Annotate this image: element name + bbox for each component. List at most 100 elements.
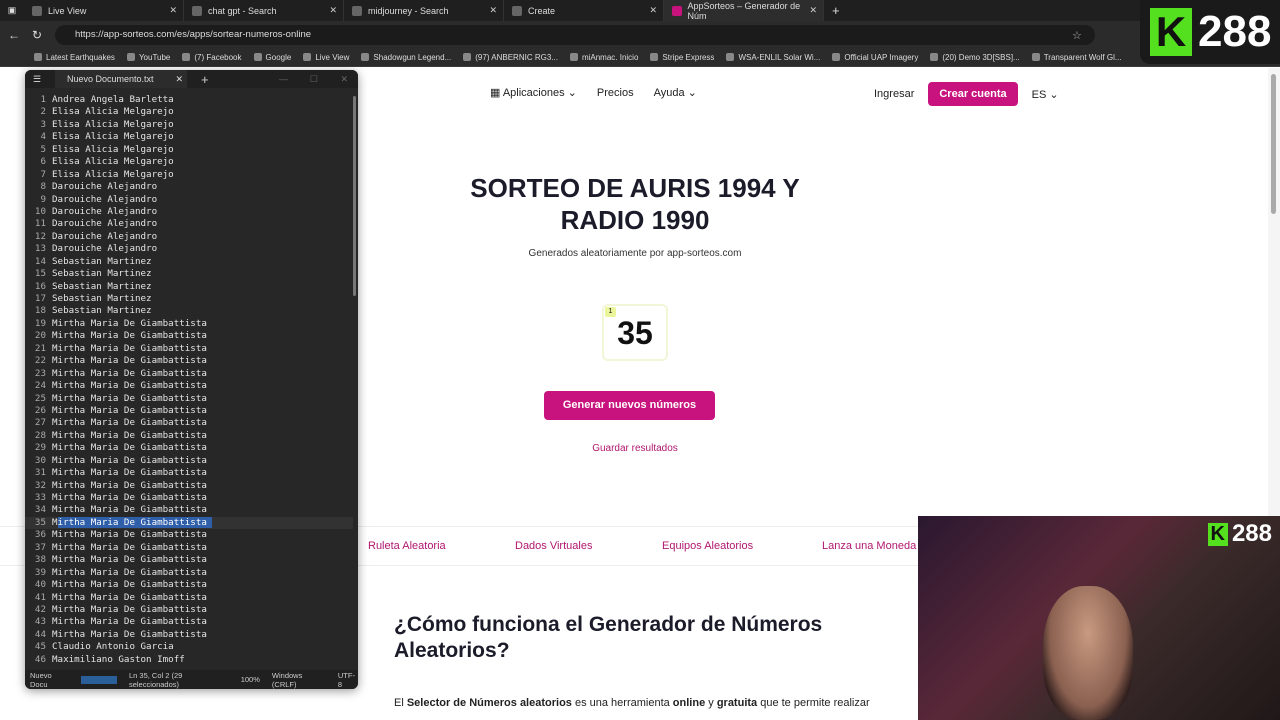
- generate-button[interactable]: Generar nuevos números: [544, 391, 715, 420]
- bookmark-item[interactable]: Official UAP Imagery: [832, 53, 918, 62]
- minimize-icon[interactable]: —: [279, 74, 288, 84]
- editor-line[interactable]: 28 Mirtha Maria De Giambattista: [25, 430, 353, 442]
- status-zoom[interactable]: 100%: [241, 675, 260, 684]
- editor-line[interactable]: 44 Mirtha Maria De Giambattista: [25, 629, 353, 641]
- status-encoding[interactable]: UTF-8: [338, 671, 358, 689]
- close-tab-icon[interactable]: ✕: [329, 5, 337, 16]
- editor-line[interactable]: 13 Darouiche Alejandro: [25, 243, 353, 255]
- editor-line[interactable]: 17 Sebastian Martinez: [25, 293, 353, 305]
- link-virtual-dice[interactable]: Dados Virtuales: [515, 540, 592, 552]
- scrollbar-thumb[interactable]: [1271, 74, 1276, 214]
- editor-line[interactable]: 2 Elisa Alicia Melgarejo: [25, 106, 353, 118]
- editor-line[interactable]: 46 Maximiliano Gaston Imoff: [25, 654, 353, 666]
- editor-line[interactable]: 14 Sebastian Martinez: [25, 256, 353, 268]
- editor-line[interactable]: 11 Darouiche Alejandro: [25, 218, 353, 230]
- back-icon[interactable]: ←: [8, 28, 20, 42]
- editor-line[interactable]: 12 Darouiche Alejandro: [25, 231, 353, 243]
- editor-line[interactable]: 9 Darouiche Alejandro: [25, 194, 353, 206]
- bookmark-item[interactable]: Google: [254, 53, 292, 62]
- editor-line[interactable]: 10 Darouiche Alejandro: [25, 206, 353, 218]
- maximize-icon[interactable]: ☐: [310, 74, 318, 85]
- close-window-icon[interactable]: ✕: [340, 74, 348, 85]
- editor-line[interactable]: 26 Mirtha Maria De Giambattista: [25, 405, 353, 417]
- editor-line[interactable]: 4 Elisa Alicia Melgarejo: [25, 131, 353, 143]
- prices-link[interactable]: Precios: [597, 87, 634, 99]
- editor-line[interactable]: 27 Mirtha Maria De Giambattista: [25, 417, 353, 429]
- close-tab-icon[interactable]: ✕: [489, 5, 497, 16]
- notepad-tab[interactable]: Nuevo Documento.txt ✕: [55, 70, 187, 88]
- tab-midjourney-search[interactable]: midjourney - Search ✕: [344, 0, 504, 21]
- bookmark-item[interactable]: Live View: [303, 53, 349, 62]
- editor-line[interactable]: 45 Claudio Antonio Garcia: [25, 641, 353, 653]
- editor-line[interactable]: 22 Mirtha Maria De Giambattista: [25, 355, 353, 367]
- editor-line[interactable]: 24 Mirtha Maria De Giambattista: [25, 380, 353, 392]
- editor-scrollbar[interactable]: [353, 96, 356, 296]
- tab-actions-icon[interactable]: ▣: [0, 5, 24, 16]
- editor-line[interactable]: 32 Mirtha Maria De Giambattista: [25, 480, 353, 492]
- editor-line[interactable]: 38 Mirtha Maria De Giambattista: [25, 554, 353, 566]
- bookmark-item[interactable]: Transparent Wolf Gl...: [1032, 53, 1122, 62]
- bookmark-item[interactable]: YouTube: [127, 53, 170, 62]
- editor-line[interactable]: 43 Mirtha Maria De Giambattista: [25, 616, 353, 628]
- bookmark-item[interactable]: WSA-ENLIL Solar Wi...: [726, 53, 820, 62]
- language-select[interactable]: ES ⌄: [1032, 88, 1059, 101]
- new-tab-icon[interactable]: +: [832, 3, 840, 18]
- editor-line[interactable]: 19 Mirtha Maria De Giambattista: [25, 318, 353, 330]
- url-input[interactable]: https://app-sorteos.com/es/apps/sortear-…: [55, 25, 1095, 45]
- new-tab-icon[interactable]: +: [201, 72, 209, 87]
- bookmark-item[interactable]: (20) Demo 3D[SBS]...: [930, 53, 1019, 62]
- editor-line[interactable]: 15 Sebastian Martinez: [25, 268, 353, 280]
- close-tab-icon[interactable]: ✕: [175, 70, 183, 88]
- tab-appsorteos[interactable]: AppSorteos – Generador de Núm ✕: [664, 0, 824, 21]
- selected-text[interactable]: irtha Maria De Giambattista: [57, 516, 213, 528]
- bookmark-item[interactable]: miAnmac. Inicio: [570, 53, 638, 62]
- tab-live-view[interactable]: Live View ✕: [24, 0, 184, 21]
- editor-line[interactable]: 40 Mirtha Maria De Giambattista: [25, 579, 353, 591]
- editor-line[interactable]: 20 Mirtha Maria De Giambattista: [25, 330, 353, 342]
- bookmark-item[interactable]: (7) Facebook: [182, 53, 241, 62]
- editor-line[interactable]: 42 Mirtha Maria De Giambattista: [25, 604, 353, 616]
- editor-line[interactable]: 29 Mirtha Maria De Giambattista: [25, 442, 353, 454]
- editor-line[interactable]: 7 Elisa Alicia Melgarejo: [25, 169, 353, 181]
- tab-chatgpt-search[interactable]: chat gpt - Search ✕: [184, 0, 344, 21]
- editor-line[interactable]: 33 Mirtha Maria De Giambattista: [25, 492, 353, 504]
- editor-line[interactable]: 25 Mirtha Maria De Giambattista: [25, 393, 353, 405]
- editor-line[interactable]: 21 Mirtha Maria De Giambattista: [25, 343, 353, 355]
- link-random-wheel[interactable]: Ruleta Aleatoria: [368, 540, 446, 552]
- signup-button[interactable]: Crear cuenta: [928, 82, 1018, 106]
- text-editor[interactable]: 1 Andrea Angela Barletta 2 Elisa Alicia Mel…: [25, 94, 353, 666]
- editor-line[interactable]: 39 Mirtha Maria De Giambattista: [25, 567, 353, 579]
- editor-line[interactable]: 36 Mirtha Maria De Giambattista: [25, 529, 353, 541]
- apps-menu[interactable]: ▦ Aplicaciones ⌄: [490, 86, 577, 99]
- menu-icon[interactable]: ☰: [33, 74, 41, 85]
- status-line-ending[interactable]: Windows (CRLF): [272, 671, 326, 689]
- favorite-icon[interactable]: ☆: [1072, 29, 1082, 42]
- editor-line[interactable]: 5 Elisa Alicia Melgarejo: [25, 144, 353, 156]
- bookmark-item[interactable]: Shadowgun Legend...: [361, 53, 451, 62]
- save-results-link[interactable]: Guardar resultados: [540, 443, 730, 454]
- editor-line[interactable]: 41 Mirtha Maria De Giambattista: [25, 592, 353, 604]
- editor-line[interactable]: 1 Andrea Angela Barletta: [25, 94, 353, 106]
- close-tab-icon[interactable]: ✕: [649, 5, 657, 16]
- close-tab-icon[interactable]: ✕: [169, 5, 177, 16]
- editor-line[interactable]: 18 Sebastian Martinez: [25, 305, 353, 317]
- editor-line[interactable]: 30 Mirtha Maria De Giambattista: [25, 455, 353, 467]
- link-coin-flip[interactable]: Lanza una Moneda: [822, 540, 916, 552]
- editor-line[interactable]: 31 Mirtha Maria De Giambattista: [25, 467, 353, 479]
- login-link[interactable]: Ingresar: [874, 88, 914, 100]
- bookmark-item[interactable]: (97) ANBERNIC RG3...: [463, 53, 558, 62]
- bookmark-item[interactable]: Latest Earthquakes: [34, 53, 115, 62]
- editor-line[interactable]: 8 Darouiche Alejandro: [25, 181, 353, 193]
- bookmark-item[interactable]: Stripe Express: [650, 53, 714, 62]
- reload-icon[interactable]: ↻: [32, 28, 42, 42]
- tab-create[interactable]: Create ✕: [504, 0, 664, 21]
- editor-line[interactable]: 3 Elisa Alicia Melgarejo: [25, 119, 353, 131]
- editor-line[interactable]: 23 Mirtha Maria De Giambattista: [25, 368, 353, 380]
- editor-line[interactable]: 6 Elisa Alicia Melgarejo: [25, 156, 353, 168]
- close-tab-icon[interactable]: ✕: [809, 5, 817, 16]
- editor-line[interactable]: 34 Mirtha Maria De Giambattista: [25, 504, 353, 516]
- editor-line[interactable]: 37 Mirtha Maria De Giambattista: [25, 542, 353, 554]
- editor-line[interactable]: 16 Sebastian Martinez: [25, 281, 353, 293]
- help-menu[interactable]: Ayuda ⌄: [654, 86, 697, 99]
- editor-line[interactable]: 35 Mirtha Maria De Giambattista: [25, 516, 353, 530]
